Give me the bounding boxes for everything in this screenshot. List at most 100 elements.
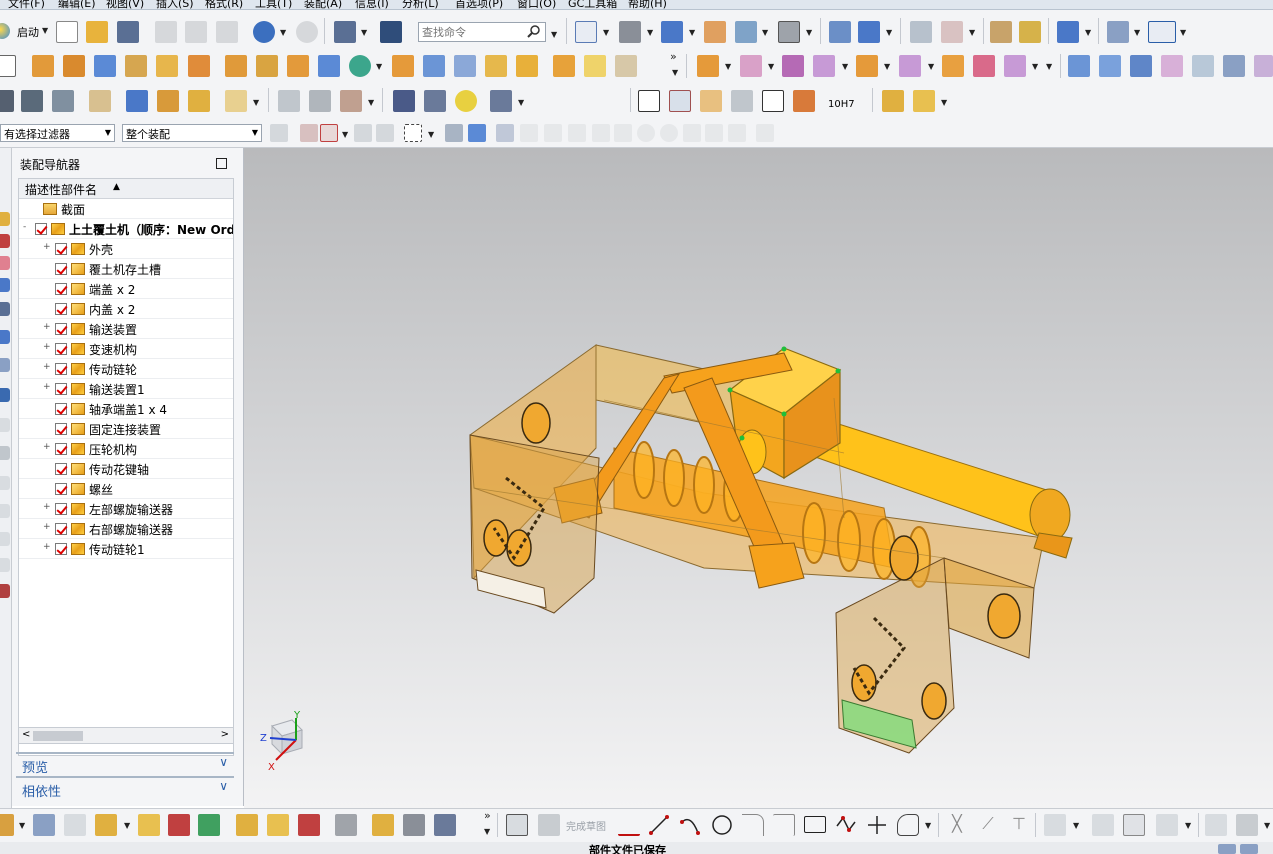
tree-row[interactable]: + 左部螺旋输送器	[19, 499, 233, 519]
link-icon[interactable]	[372, 814, 394, 836]
mate-icon[interactable]	[168, 814, 190, 836]
sew-icon[interactable]	[1192, 55, 1214, 77]
select-box-icon[interactable]	[320, 124, 338, 142]
visibility-checkbox[interactable]	[55, 403, 67, 415]
line-icon[interactable]	[648, 814, 670, 836]
snap-intersection-icon[interactable]	[592, 124, 610, 142]
select-hand-icon[interactable]	[376, 124, 394, 142]
convert-reference-icon[interactable]	[1205, 814, 1227, 836]
menu-assembly[interactable]: 装配(A)	[304, 0, 342, 9]
roles-tab-icon[interactable]	[0, 446, 10, 460]
assembly-scope-select[interactable]: 整个装配 ▼	[122, 124, 262, 142]
check-clearance-icon[interactable]	[267, 814, 289, 836]
expand-icon[interactable]: +	[43, 343, 52, 352]
component-array-icon[interactable]	[899, 55, 921, 77]
tree-row[interactable]: + 输送装置	[19, 319, 233, 339]
offset-surface-icon[interactable]	[1161, 55, 1183, 77]
save-options-icon[interactable]	[334, 21, 356, 43]
chamfer-sketch-icon[interactable]	[773, 814, 795, 836]
visibility-checkbox[interactable]	[55, 283, 67, 295]
snap-control-icon[interactable]	[568, 124, 586, 142]
tree-row[interactable]: + 右部螺旋输送器	[19, 519, 233, 539]
snap-quadrant-icon[interactable]	[637, 124, 655, 142]
select-chain-icon[interactable]	[354, 124, 372, 142]
trim-surface-icon[interactable]	[1223, 55, 1245, 77]
analysis-icon[interactable]	[1019, 21, 1041, 43]
process-studio-tab-icon[interactable]	[0, 388, 10, 402]
sketch-icon[interactable]	[506, 814, 528, 836]
select-body-icon[interactable]	[445, 124, 463, 142]
weld-symbol-icon[interactable]	[793, 90, 815, 112]
visibility-checkbox[interactable]	[55, 323, 67, 335]
new-parent-icon[interactable]	[64, 814, 86, 836]
measure-icon[interactable]	[990, 21, 1012, 43]
graphics-window[interactable]: Y X Z	[244, 148, 1273, 808]
constraint-navigator-tab-icon[interactable]	[0, 234, 10, 248]
tree-row[interactable]: 内盖 x 2	[19, 299, 233, 319]
curve-icon[interactable]	[278, 90, 300, 112]
expand-icon[interactable]: +	[43, 443, 52, 452]
undo-icon[interactable]	[253, 21, 275, 43]
visibility-checkbox[interactable]	[55, 523, 67, 535]
mirror-assembly-icon[interactable]	[856, 55, 878, 77]
expand-icon[interactable]: +	[43, 503, 52, 512]
dependencies-section[interactable]: 相依性 ∨	[16, 776, 234, 800]
route-icon[interactable]	[434, 814, 456, 836]
lower-bracket[interactable]	[748, 542, 805, 589]
pocket-icon[interactable]	[156, 55, 178, 77]
visibility-checkbox[interactable]	[55, 263, 67, 275]
save-icon[interactable]	[117, 21, 139, 43]
quick-trim-icon[interactable]: ╳	[946, 814, 968, 836]
grid-add-icon[interactable]	[700, 90, 722, 112]
table-icon[interactable]	[669, 90, 691, 112]
thicken-icon[interactable]	[615, 55, 637, 77]
expand-icon[interactable]: +	[43, 523, 52, 532]
report-tab-icon[interactable]	[0, 584, 10, 598]
layer-move-icon[interactable]	[52, 90, 74, 112]
render-style-icon[interactable]	[619, 21, 641, 43]
expand-icon[interactable]: +	[43, 323, 52, 332]
spline-icon[interactable]	[340, 90, 362, 112]
finish-sketch-icon[interactable]	[538, 814, 560, 836]
tree-row[interactable]: 轴承端盖1 x 4	[19, 399, 233, 419]
add-existing-icon[interactable]	[95, 814, 117, 836]
note-icon[interactable]	[762, 90, 784, 112]
cylinder-end[interactable]	[1029, 488, 1071, 542]
manufacturing-tab-icon[interactable]	[0, 418, 10, 432]
show-constraints-icon[interactable]	[1123, 814, 1145, 836]
visibility-icon[interactable]	[735, 21, 757, 43]
menu-information[interactable]: 信息(I)	[355, 0, 389, 9]
snap-reset-icon[interactable]	[728, 124, 746, 142]
sketch-icon[interactable]	[0, 55, 16, 77]
hole-icon[interactable]	[94, 55, 116, 77]
assembly-group-icon[interactable]	[882, 90, 904, 112]
visibility-checkbox[interactable]	[55, 483, 67, 495]
revolve-icon[interactable]	[63, 55, 85, 77]
new-file-icon[interactable]	[56, 21, 78, 43]
tree-row[interactable]: 传动花键轴	[19, 459, 233, 479]
assembly-list-icon[interactable]	[913, 90, 935, 112]
profile-icon[interactable]	[618, 814, 640, 836]
tree-row[interactable]: + 变速机构	[19, 339, 233, 359]
search-icon[interactable]	[527, 24, 541, 38]
trim-body-icon[interactable]	[516, 55, 538, 77]
tree-row[interactable]: + 外壳	[19, 239, 233, 259]
command-finder-icon[interactable]	[380, 21, 402, 43]
draft-icon[interactable]	[485, 55, 507, 77]
alternate-solution-icon[interactable]	[1236, 814, 1258, 836]
sort-ascending-icon[interactable]: ▲	[113, 182, 120, 192]
face-icon[interactable]	[584, 55, 606, 77]
edge-blend-icon[interactable]	[392, 55, 414, 77]
pattern-icon[interactable]	[287, 55, 309, 77]
menu-analysis[interactable]: 分析(L)	[402, 0, 439, 9]
extract-icon[interactable]	[225, 55, 247, 77]
boss-icon[interactable]	[125, 55, 147, 77]
extrude-icon[interactable]	[32, 55, 54, 77]
instance-icon[interactable]	[256, 55, 278, 77]
menu-window[interactable]: 窗口(O)	[517, 0, 556, 9]
polygon-icon[interactable]	[835, 814, 857, 836]
more-icon[interactable]: »	[670, 50, 677, 63]
offset-curve-icon[interactable]	[897, 814, 919, 836]
visibility-checkbox[interactable]	[55, 503, 67, 515]
fit-view-icon[interactable]	[575, 21, 597, 43]
